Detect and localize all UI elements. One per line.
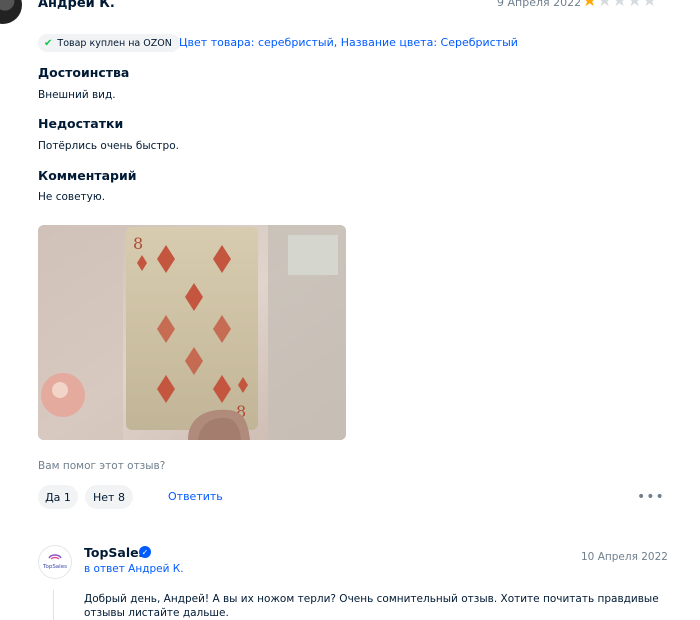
helpful-no-button[interactable]: Нет 8 bbox=[85, 485, 133, 509]
pros-text: Внешний вид. bbox=[38, 89, 116, 101]
thread-divider bbox=[53, 590, 54, 620]
review-date: 9 Апреля 2022 bbox=[497, 0, 582, 9]
svg-text:8: 8 bbox=[133, 234, 143, 253]
helpful-yes-button[interactable]: Да 1 bbox=[38, 485, 78, 509]
seller-name[interactable]: TopSales bbox=[84, 545, 146, 560]
star-icon: ★ bbox=[642, 0, 658, 11]
helpful-yes-label: Да 1 bbox=[45, 490, 71, 504]
helpful-no-label: Нет 8 bbox=[93, 490, 125, 504]
comment-title: Комментарий bbox=[38, 168, 137, 183]
purchased-badge-label: Товар куплен на OZON bbox=[57, 37, 172, 49]
seller-logo: TopSales bbox=[42, 554, 67, 570]
verified-check-icon: ✓ bbox=[139, 546, 151, 558]
seller-reply-text: Добрый день, Андрей! А вы их ножом терли… bbox=[84, 593, 659, 619]
star-icon: ★ bbox=[612, 0, 628, 11]
pros-title: Достоинства bbox=[38, 65, 130, 80]
seller-avatar[interactable]: TopSales bbox=[38, 545, 72, 579]
cons-title: Недостатки bbox=[38, 116, 124, 131]
star-icon: ★ bbox=[627, 0, 643, 11]
check-icon: ✔ bbox=[44, 37, 53, 49]
purchased-badge: ✔ Товар куплен на OZON bbox=[38, 34, 180, 52]
star-icon: ★ bbox=[582, 0, 598, 11]
reply-to-link[interactable]: в ответ Андрей К. bbox=[84, 563, 184, 575]
reply-button[interactable]: Ответить bbox=[168, 490, 223, 503]
seller-reply-date: 10 Апреля 2022 bbox=[581, 551, 668, 563]
star-icon: ★ bbox=[597, 0, 613, 11]
playing-card-photo: 8 8 bbox=[38, 225, 346, 440]
cons-text: Потёрлись очень быстро. bbox=[38, 140, 179, 152]
product-attributes-link[interactable]: Цвет товара: серебристый, Название цвета… bbox=[179, 36, 518, 49]
review-photo[interactable]: 8 8 bbox=[38, 225, 346, 440]
reviewer-avatar[interactable] bbox=[0, 0, 22, 24]
seller-logo-text: TopSales bbox=[42, 564, 67, 570]
comment-text: Не советую. bbox=[38, 191, 106, 203]
helpful-question: Вам помог этот отзыв? bbox=[38, 460, 166, 472]
more-horizontal-icon[interactable]: ••• bbox=[637, 489, 665, 505]
rating-stars: ★ ★ ★ ★ ★ bbox=[582, 0, 657, 10]
reviewer-name[interactable]: Андрей К. bbox=[38, 0, 115, 11]
